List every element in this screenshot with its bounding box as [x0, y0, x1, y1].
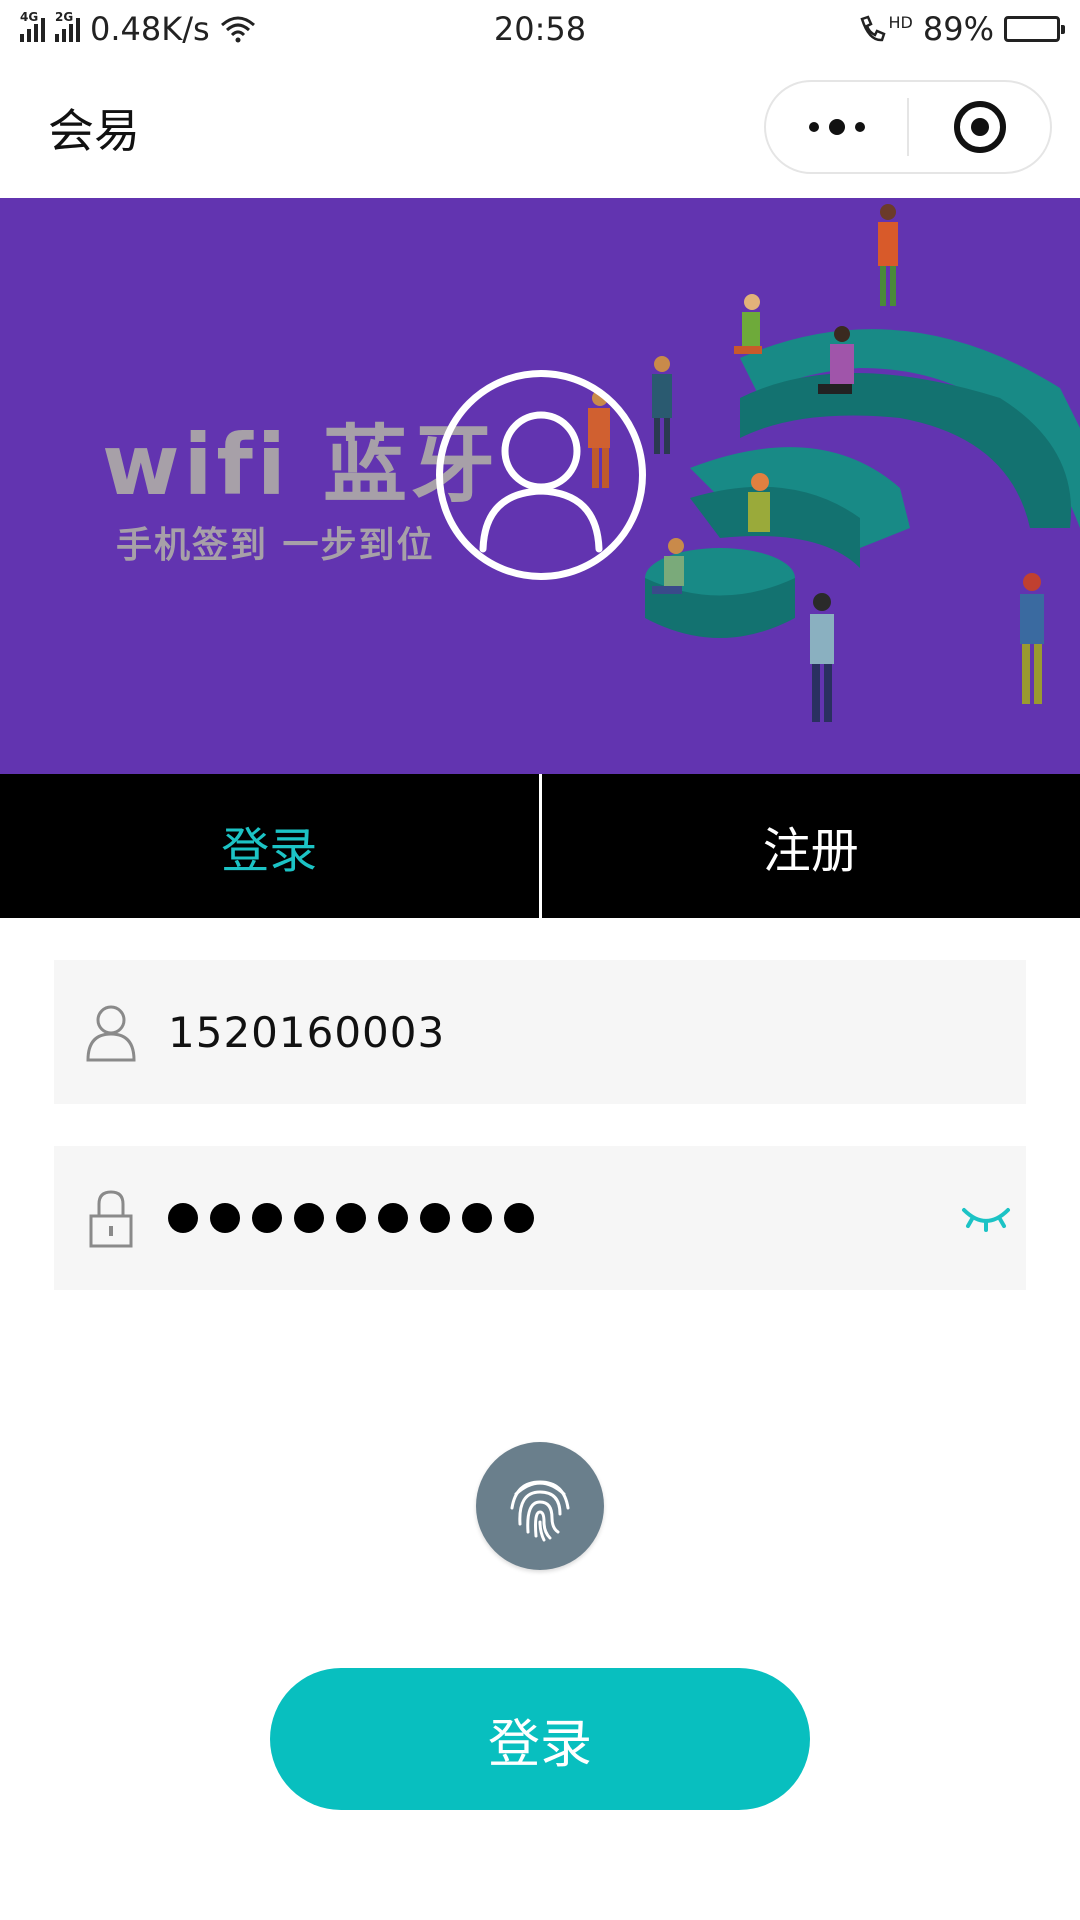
close-button[interactable]	[909, 82, 1050, 172]
password-field[interactable]	[54, 1146, 1026, 1290]
wifi-icon	[220, 16, 255, 43]
password-dot	[504, 1203, 534, 1233]
tab-register[interactable]: 注册	[542, 774, 1080, 918]
login-page: 4G 2G 0.48K/s 20:58 HD 89% 会易 wifi 蓝牙 手机…	[0, 0, 1080, 1920]
password-dot	[420, 1203, 450, 1233]
close-target-icon	[953, 101, 1006, 153]
password-dot	[378, 1203, 408, 1233]
person-figure	[1020, 573, 1044, 704]
hd-badge: HD	[888, 12, 913, 32]
user-avatar-icon[interactable]	[436, 370, 646, 580]
auth-tabs: 登录 注册	[0, 774, 1080, 918]
status-left: 4G 2G 0.48K/s	[20, 10, 256, 48]
more-button[interactable]	[766, 82, 907, 172]
user-icon	[86, 1005, 136, 1062]
username-field[interactable]: 1520160003	[54, 960, 1026, 1104]
fingerprint-button[interactable]	[476, 1442, 604, 1570]
person-figure	[748, 473, 770, 532]
person-figure	[652, 356, 672, 454]
username-value: 1520160003	[168, 1007, 446, 1057]
fingerprint-icon	[510, 1480, 570, 1542]
page-title: 会易	[48, 104, 140, 158]
login-button[interactable]: 登录	[270, 1668, 810, 1810]
password-dot	[294, 1203, 324, 1233]
password-dot	[252, 1203, 282, 1233]
status-bar: 4G 2G 0.48K/s 20:58 HD 89%	[0, 0, 1080, 58]
hero-banner: wifi 蓝牙 手机签到 一步到位	[0, 198, 1080, 774]
password-dot	[168, 1203, 198, 1233]
avatar-silhouette	[479, 411, 603, 553]
more-dots-icon	[808, 119, 865, 135]
network-type-1: 4G	[20, 10, 39, 24]
lock-icon	[89, 1190, 133, 1248]
mini-program-capsule	[764, 80, 1052, 174]
password-dot	[462, 1203, 492, 1233]
person-figure	[810, 593, 834, 722]
banner-subline: 手机签到 一步到位	[116, 525, 435, 566]
battery-icon	[1004, 16, 1065, 42]
nav-bar: 会易	[0, 58, 1080, 198]
person-figure	[734, 294, 762, 354]
network-speed: 0.48K/s	[90, 10, 210, 48]
password-value	[168, 1203, 534, 1233]
status-right: HD 89%	[857, 10, 1065, 48]
person-figure	[878, 204, 898, 306]
password-dot	[210, 1203, 240, 1233]
eye-closed-icon[interactable]	[960, 1198, 1012, 1234]
signal-icon-2: 2G	[55, 10, 80, 42]
network-type-2: 2G	[55, 10, 74, 24]
signal-icon: 4G	[20, 10, 45, 42]
tab-login[interactable]: 登录	[0, 774, 539, 918]
battery-percent: 89%	[922, 10, 994, 48]
status-time: 20:58	[493, 10, 587, 48]
password-dot	[336, 1203, 366, 1233]
